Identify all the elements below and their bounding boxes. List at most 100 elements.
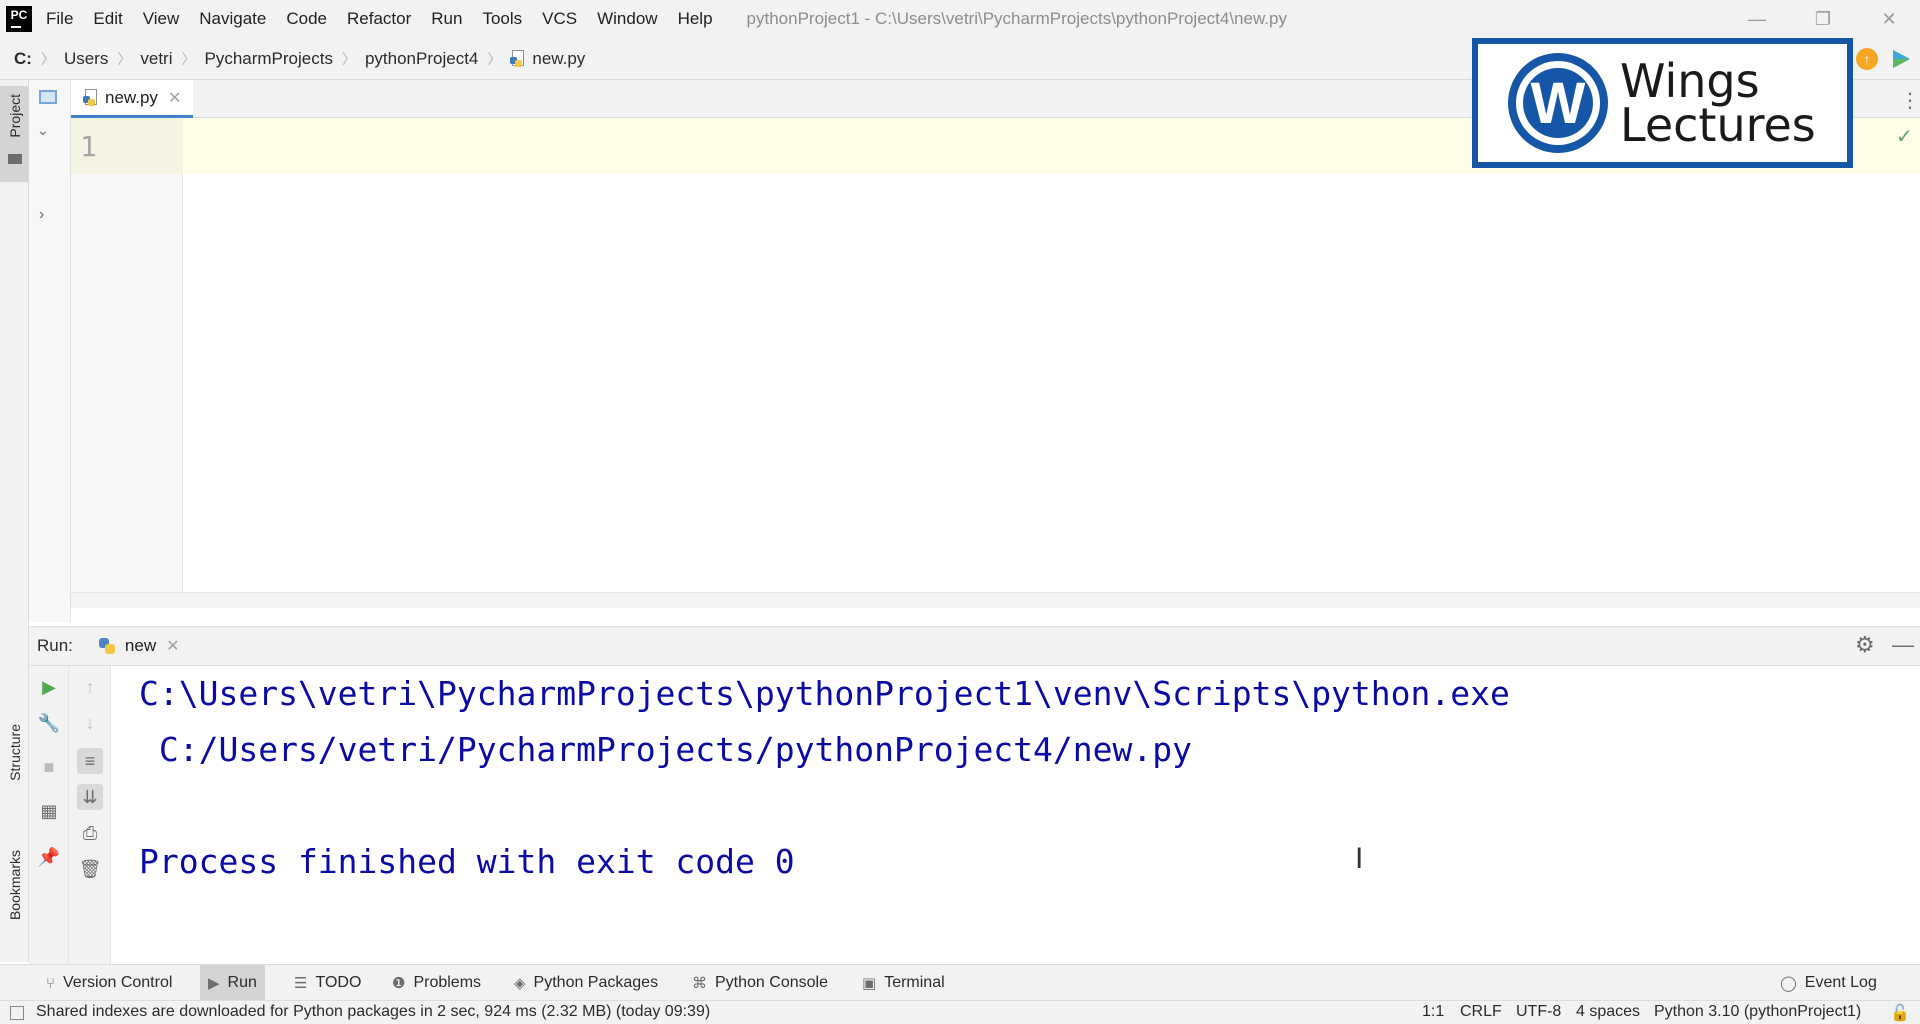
- line-number: 1: [80, 130, 97, 163]
- list-icon: ☰: [294, 975, 308, 992]
- wings-mark-icon: W: [1508, 53, 1608, 153]
- chevron-right-icon: 〉: [117, 50, 132, 67]
- close-icon[interactable]: ✕: [166, 636, 179, 656]
- menu-vcs[interactable]: VCS: [542, 9, 577, 29]
- wings-logo-text: Wings Lectures: [1620, 54, 1816, 152]
- run-toolbar-secondary: ↑ ↓ ≡ ⇊ ⎙ 🗑: [69, 666, 111, 964]
- minimize-panel-icon[interactable]: —: [1892, 632, 1914, 658]
- toggle-panels-icon[interactable]: [10, 1006, 24, 1020]
- more-options-icon[interactable]: ⋮: [1900, 88, 1920, 113]
- project-panel: ⌄ ›: [29, 80, 71, 622]
- arrow-up-icon[interactable]: ↑: [77, 674, 103, 700]
- tab-python-console[interactable]: ⌘ Python Console: [684, 965, 836, 1001]
- tab-terminal[interactable]: ▣ Terminal: [854, 965, 953, 1001]
- menu-help[interactable]: Help: [678, 9, 713, 29]
- inspection-ok-icon[interactable]: ✓: [1896, 124, 1913, 149]
- menu-window[interactable]: Window: [597, 9, 657, 29]
- run-tool-header: Run: new ✕: [29, 626, 1920, 666]
- gear-icon[interactable]: ⚙: [1855, 632, 1875, 658]
- tab-label: Event Log: [1804, 974, 1877, 991]
- tab-new-py[interactable]: new.py ✕: [71, 80, 194, 118]
- menu-file[interactable]: File: [46, 9, 73, 29]
- structure-tab-label: Structure: [7, 724, 23, 781]
- run-widget-icon[interactable]: [1890, 48, 1912, 70]
- speech-bubble-icon: ◯: [1780, 975, 1797, 992]
- tab-problems[interactable]: ❶ Problems: [384, 965, 489, 1001]
- tab-run[interactable]: ▶ Run: [200, 965, 265, 1001]
- minimize-button[interactable]: —: [1724, 0, 1790, 38]
- bookmarks-tool-tab[interactable]: Bookmarks: [0, 846, 29, 946]
- arrow-down-icon[interactable]: ↓: [77, 710, 103, 736]
- tab-version-control[interactable]: ⑂ Version Control: [38, 965, 180, 1001]
- menu-code[interactable]: Code: [286, 9, 327, 29]
- crumb-pythonproject4[interactable]: pythonProject4: [365, 49, 478, 69]
- menu-edit[interactable]: Edit: [93, 9, 122, 29]
- wings-lectures-logo: W Wings Lectures: [1472, 38, 1853, 168]
- menu-view[interactable]: View: [143, 9, 180, 29]
- update-arrow-icon[interactable]: ↑: [1856, 48, 1878, 70]
- python-file-icon: [510, 49, 526, 68]
- python-interpreter[interactable]: Python 3.10 (pythonProject1): [1654, 1003, 1861, 1021]
- tab-label: TODO: [315, 974, 362, 991]
- python-icon: [98, 638, 115, 654]
- layout-icon[interactable]: ▦: [36, 798, 62, 824]
- console-line: Process finished with exit code 0: [139, 842, 795, 881]
- print-icon[interactable]: ⎙: [77, 820, 103, 846]
- tab-todo[interactable]: ☰ TODO: [286, 965, 369, 1001]
- trash-icon[interactable]: 🗑: [77, 856, 103, 882]
- crumb-drive[interactable]: C:: [14, 49, 32, 69]
- wrench-icon[interactable]: 🔧: [36, 710, 62, 736]
- scroll-to-end-icon[interactable]: ⇊: [77, 784, 103, 810]
- wings-letter: W: [1530, 70, 1586, 136]
- pin-icon[interactable]: 📌: [36, 844, 62, 870]
- close-icon[interactable]: ✕: [168, 88, 181, 108]
- python-file-icon: [83, 88, 99, 107]
- caret-position[interactable]: 1:1: [1422, 1003, 1444, 1021]
- tab-label: Python Packages: [533, 974, 659, 991]
- soft-wrap-icon[interactable]: ≡: [77, 748, 103, 774]
- bookmarks-tab-label: Bookmarks: [7, 850, 23, 921]
- pycharm-logo: PC: [6, 6, 32, 32]
- indent-setting[interactable]: 4 spaces: [1576, 1003, 1640, 1021]
- chevron-right-icon: 〉: [181, 50, 196, 67]
- editor-gutter: [71, 118, 183, 592]
- stop-icon[interactable]: ■: [36, 754, 62, 780]
- left-tool-strip: [0, 80, 29, 962]
- info-icon: ❶: [392, 975, 406, 992]
- panel-options-icon[interactable]: [39, 90, 57, 104]
- code-editor[interactable]: [183, 174, 1920, 592]
- lock-icon[interactable]: 🔓: [1890, 1003, 1910, 1023]
- play-icon: ▶: [208, 975, 220, 992]
- wings-logo-line2: Lectures: [1620, 98, 1816, 152]
- menu-refactor[interactable]: Refactor: [347, 9, 411, 29]
- folder-icon: [8, 154, 22, 164]
- window-title: pythonProject1 - C:\Users\vetri\PycharmP…: [746, 9, 1287, 28]
- structure-tool-tab[interactable]: Structure: [0, 720, 29, 820]
- status-message[interactable]: Shared indexes are downloaded for Python…: [36, 1003, 710, 1021]
- crumb-pycharmprojects[interactable]: PycharmProjects: [204, 49, 332, 69]
- text-cursor-icon: I: [1355, 842, 1364, 875]
- menu-navigate[interactable]: Navigate: [199, 9, 266, 29]
- chevron-down-icon[interactable]: ⌄: [37, 122, 49, 139]
- crumb-file[interactable]: new.py: [510, 49, 585, 69]
- crumb-vetri[interactable]: vetri: [140, 49, 172, 69]
- project-tab-label: Project: [7, 94, 23, 138]
- tab-python-packages[interactable]: ◈ Python Packages: [506, 965, 666, 1001]
- menu-run[interactable]: Run: [431, 9, 462, 29]
- chevron-right-icon[interactable]: ›: [39, 206, 44, 224]
- restore-button[interactable]: ❐: [1790, 0, 1856, 38]
- line-separator[interactable]: CRLF: [1460, 1003, 1502, 1021]
- tab-label: Run: [227, 974, 257, 991]
- crumb-users[interactable]: Users: [64, 49, 108, 69]
- rerun-icon[interactable]: ▶: [36, 674, 62, 700]
- tab-label: Terminal: [884, 974, 945, 991]
- run-console[interactable]: C:\Users\vetri\PycharmProjects\pythonPro…: [111, 666, 1920, 964]
- tab-event-log[interactable]: ◯ Event Log: [1772, 965, 1885, 1001]
- close-button[interactable]: ✕: [1856, 0, 1920, 38]
- editor-horizontal-scrollbar[interactable]: [71, 592, 1920, 608]
- project-tool-tab[interactable]: Project: [0, 86, 29, 182]
- wings-logo-line1: Wings: [1620, 54, 1760, 108]
- file-encoding[interactable]: UTF-8: [1516, 1003, 1561, 1021]
- menu-tools[interactable]: Tools: [482, 9, 522, 29]
- run-tab-new[interactable]: new ✕: [98, 636, 180, 656]
